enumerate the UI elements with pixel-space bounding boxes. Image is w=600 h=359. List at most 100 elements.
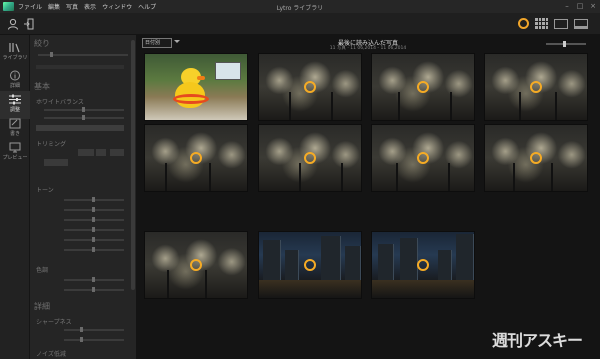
rail-label-preview: プレビュー (2, 155, 28, 161)
view-switcher (518, 18, 588, 29)
photo-thumbnail[interactable] (484, 124, 588, 192)
photo-thumbnail[interactable] (371, 124, 475, 192)
thumbnail-zoom-knob[interactable] (563, 41, 566, 47)
thumbnail-zoom-slider[interactable] (546, 43, 586, 45)
grid-view-icon[interactable] (535, 18, 548, 29)
blacks-knob[interactable] (92, 247, 95, 252)
tree-trunk (396, 163, 398, 191)
lytro-app-icon (3, 2, 14, 11)
living-picture-icon (417, 152, 429, 164)
photo-thumbnail-night[interactable] (371, 231, 475, 299)
aperture-values-row (36, 65, 124, 69)
tree-trunk (555, 92, 557, 120)
highlights-knob[interactable] (92, 217, 95, 222)
living-picture-icon (417, 81, 429, 93)
rotate-right-button[interactable] (110, 149, 124, 156)
panel-scrollbar[interactable] (131, 40, 135, 290)
photo-library-main: 日付別 最後に読み込んだ写真 11 写真 · 11 06,2014 - 11 0… (136, 35, 600, 359)
building (438, 250, 452, 280)
account-icon[interactable] (7, 18, 19, 30)
filmstrip-view-icon[interactable] (574, 18, 588, 29)
saturation-knob[interactable] (92, 287, 95, 292)
photo-thumbnail-night[interactable] (258, 231, 362, 299)
photo-thumbnail-duck[interactable] (144, 53, 248, 121)
info-icon (10, 70, 20, 81)
menu-window[interactable]: ウィンドウ (102, 2, 132, 11)
exposure-knob[interactable] (92, 197, 95, 202)
monitor-in-photo (215, 62, 241, 80)
crop-button[interactable] (44, 159, 68, 166)
whites-knob[interactable] (92, 237, 95, 242)
contrast-knob[interactable] (92, 207, 95, 212)
building (263, 240, 281, 280)
building (378, 244, 394, 280)
rail-item-preview[interactable]: プレビュー (0, 139, 30, 167)
living-picture-icon (530, 81, 542, 93)
photo-thumbnail[interactable] (484, 53, 588, 121)
tree-trunk (513, 163, 515, 191)
menu-photo[interactable]: 写真 (66, 2, 78, 11)
watermark-logo: 週刊アスキー (491, 331, 583, 350)
rail-item-library[interactable]: ライブラリ (0, 39, 30, 67)
living-picture-icon (530, 152, 542, 164)
tone-label: トーン (36, 187, 54, 194)
photo-thumbnail[interactable] (258, 53, 362, 121)
tree-trunk (167, 270, 169, 298)
tree-trunk (299, 163, 301, 191)
tree-trunk (448, 163, 450, 191)
tree-trunk (209, 163, 211, 191)
rail-label-edit: 書き (9, 131, 20, 137)
tint-knob[interactable] (82, 115, 85, 120)
left-icon-rail: ライブラリ 詳細 調整 書き プレビュー (0, 35, 30, 359)
shadows-knob[interactable] (92, 227, 95, 232)
library-subtitle: 11 写真 · 11 06,2014 - 11 06,2014 (329, 46, 407, 51)
crop-ratio-button[interactable] (78, 149, 94, 156)
rotate-left-button[interactable] (96, 149, 106, 156)
maximize-button[interactable]: □ (576, 2, 584, 10)
aperture-slider-area (36, 51, 132, 59)
white-balance-label: ホワイトバランス (36, 99, 84, 106)
photo-thumbnail[interactable] (371, 53, 475, 121)
building (285, 250, 299, 280)
close-button[interactable]: × (589, 2, 597, 10)
sharpness-radius-slider[interactable] (64, 339, 124, 341)
tree-trunk (551, 163, 553, 191)
duck-beak (197, 76, 205, 80)
clarity-knob[interactable] (92, 277, 95, 282)
street (259, 280, 361, 298)
tree-trunk (165, 163, 167, 191)
rail-label-library: ライブラリ (2, 55, 28, 61)
import-icon[interactable] (24, 18, 34, 30)
temperature-knob[interactable] (82, 107, 85, 112)
living-picture-icon (417, 259, 429, 271)
photo-thumbnail[interactable] (144, 231, 248, 299)
tree-trunk (289, 92, 291, 120)
photo-thumbnail[interactable] (258, 124, 362, 192)
aperture-slider-knob[interactable] (50, 52, 53, 57)
sharpness-radius-knob[interactable] (80, 337, 83, 342)
living-picture-icon (304, 259, 316, 271)
section-aperture: 絞り (34, 39, 50, 48)
menu-view[interactable]: 表示 (84, 2, 96, 11)
white-balance-preset-select[interactable] (36, 125, 124, 131)
living-picture-icon (190, 152, 202, 164)
color-label: 色調 (36, 267, 49, 274)
photo-thumbnail[interactable] (144, 124, 248, 192)
single-view-icon[interactable] (554, 18, 568, 29)
tree-trunk (398, 92, 400, 120)
edit-icon (9, 118, 21, 129)
menu-edit[interactable]: 編集 (48, 2, 60, 11)
menu-help[interactable]: ヘルプ (138, 2, 156, 11)
sharpness-amount-slider[interactable] (64, 329, 124, 331)
section-basic: 基本 (34, 82, 50, 91)
minimize-button[interactable]: – (563, 2, 571, 10)
menu-file[interactable]: ファイル (18, 2, 42, 11)
menu-bar: ファイル 編集 写真 表示 ウィンドウ ヘルプ Lytro ライブラリ – □ … (0, 0, 600, 13)
window-controls: – □ × (563, 2, 597, 10)
sharpness-label: シャープネス (36, 319, 72, 326)
living-picture-view-icon[interactable] (518, 18, 529, 29)
adjust-sliders-icon (9, 94, 21, 105)
sharpness-amount-knob[interactable] (80, 327, 83, 332)
rail-label-adjust: 調整 (9, 107, 20, 113)
tree-trunk (205, 270, 207, 298)
